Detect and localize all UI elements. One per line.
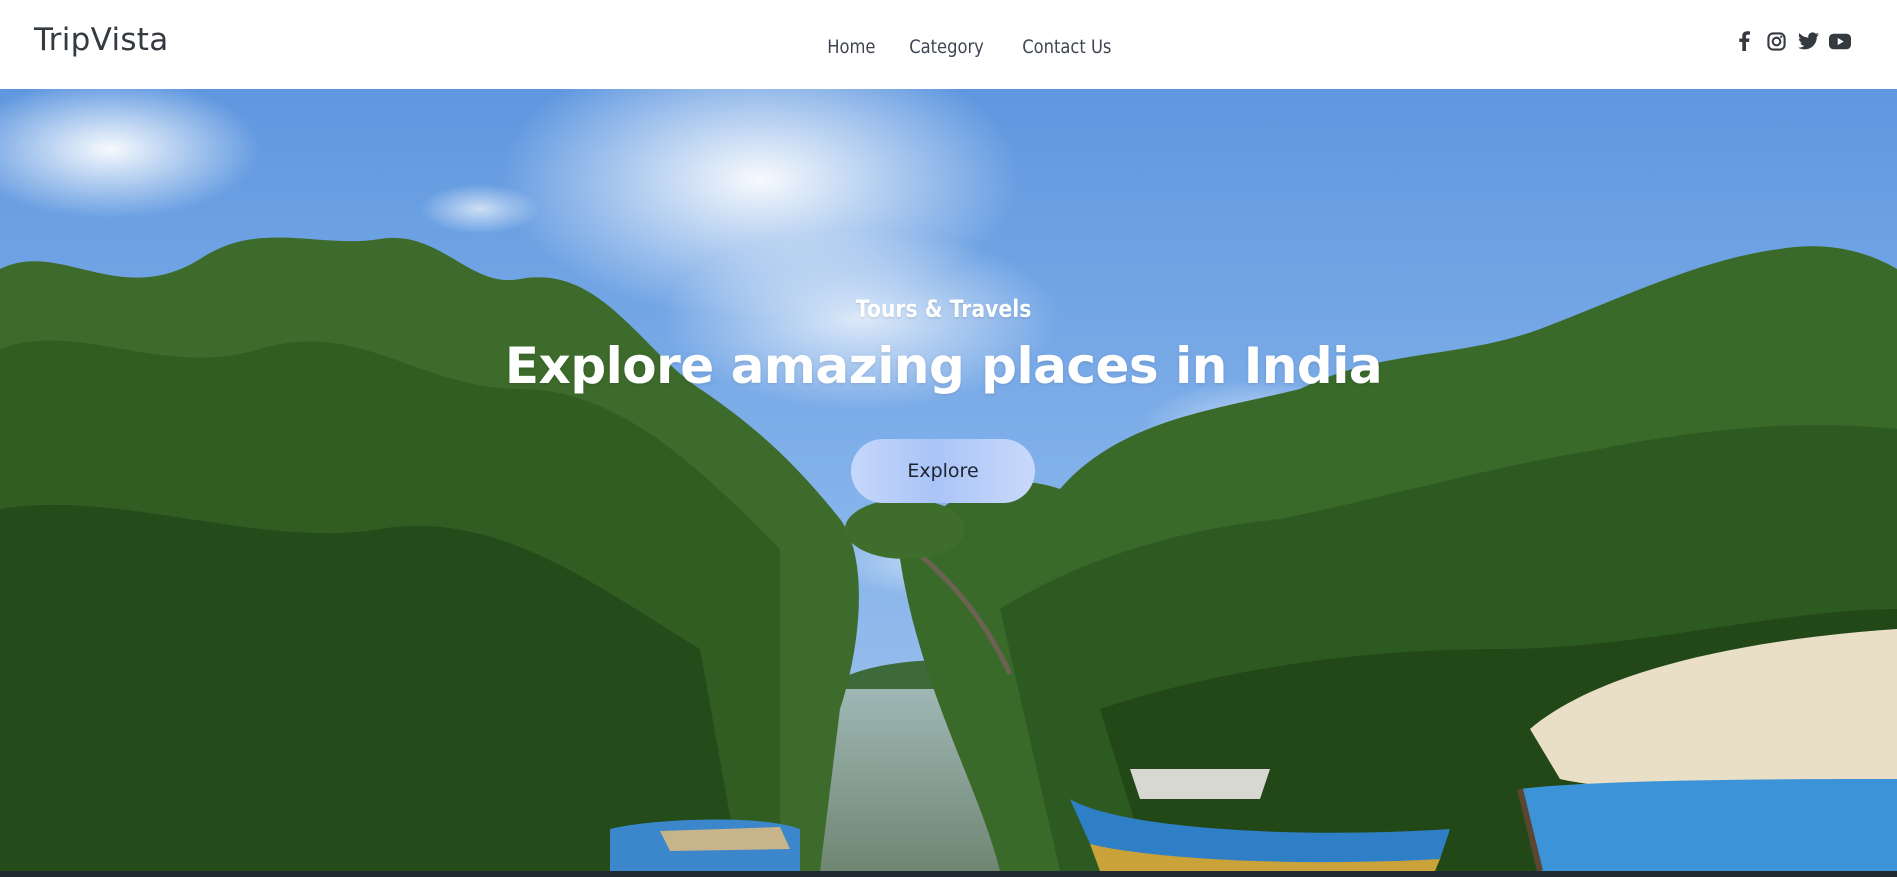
explore-button[interactable]: Explore (851, 439, 1035, 503)
social-links (1733, 30, 1851, 52)
instagram-icon[interactable] (1765, 30, 1787, 52)
hero-headline: Explore amazing places in India (504, 337, 1383, 395)
main-nav: Home Category Contact Us (810, 36, 1135, 58)
hero-subtitle: Tours & Travels (855, 295, 1032, 323)
site-header: TripVista Home Category Contact Us (0, 0, 1897, 89)
youtube-icon[interactable] (1829, 30, 1851, 52)
page: TripVista Home Category Contact Us Tours… (0, 0, 1897, 877)
nav-contact-link[interactable]: Contact Us (1005, 36, 1129, 58)
nav-category-link[interactable]: Category (892, 36, 1001, 58)
page-bottom-edge (0, 871, 1897, 877)
facebook-icon[interactable] (1733, 30, 1755, 52)
hero-section: Tours & Travels Explore amazing places i… (0, 89, 1897, 871)
twitter-icon[interactable] (1797, 30, 1819, 52)
nav-home-link[interactable]: Home (810, 36, 893, 58)
brand-logo[interactable]: TripVista (34, 22, 169, 58)
